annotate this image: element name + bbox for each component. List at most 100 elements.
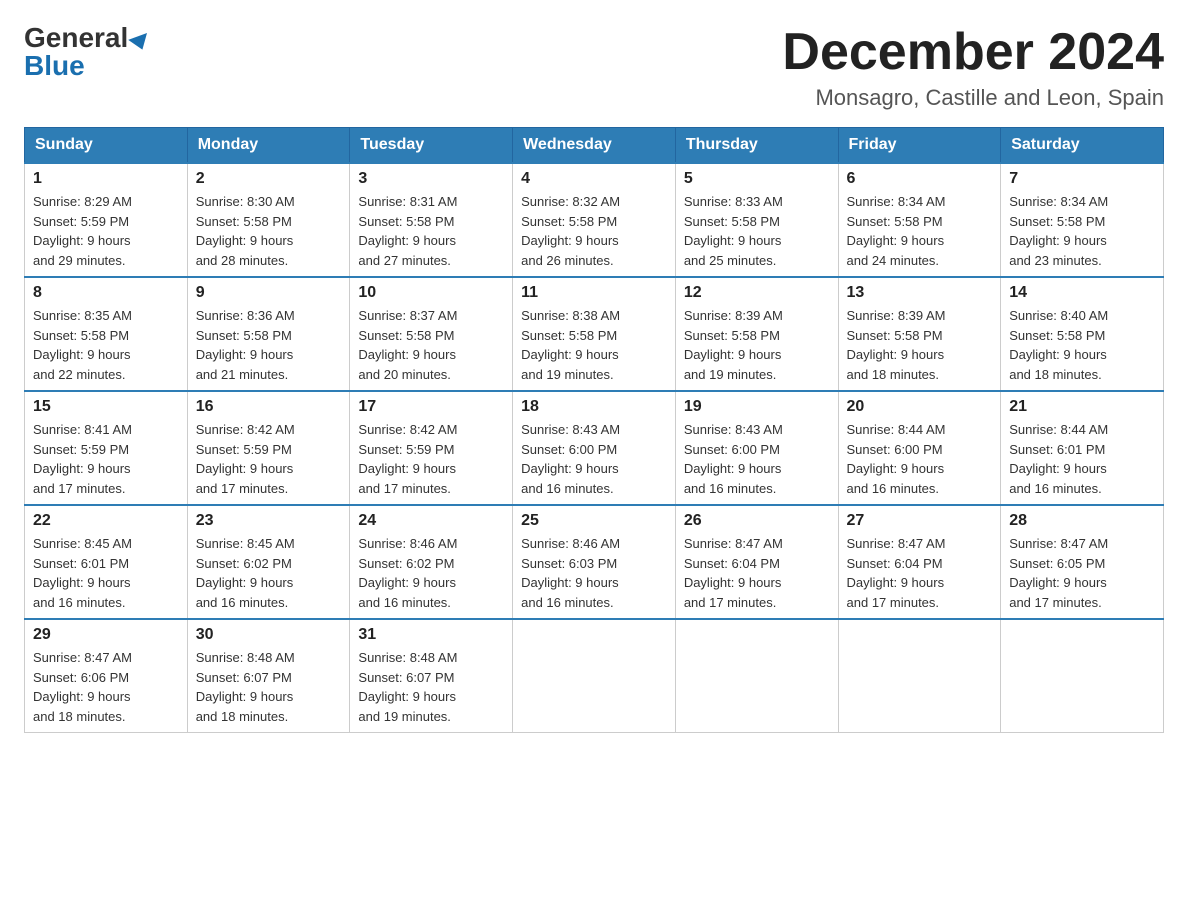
day-info: Sunrise: 8:43 AM Sunset: 6:00 PM Dayligh… (684, 420, 830, 498)
location-title: Monsagro, Castille and Leon, Spain (782, 85, 1164, 111)
day-info: Sunrise: 8:40 AM Sunset: 5:58 PM Dayligh… (1009, 306, 1155, 384)
day-info: Sunrise: 8:45 AM Sunset: 6:01 PM Dayligh… (33, 534, 179, 612)
day-number: 21 (1009, 398, 1155, 416)
empty-cell (1001, 619, 1164, 733)
day-info: Sunrise: 8:46 AM Sunset: 6:03 PM Dayligh… (521, 534, 667, 612)
day-cell-15: 15 Sunrise: 8:41 AM Sunset: 5:59 PM Dayl… (25, 391, 188, 505)
month-title: December 2024 (782, 24, 1164, 81)
day-number: 29 (33, 626, 179, 644)
day-number: 9 (196, 284, 342, 302)
day-cell-23: 23 Sunrise: 8:45 AM Sunset: 6:02 PM Dayl… (187, 505, 350, 619)
day-number: 10 (358, 284, 504, 302)
day-cell-25: 25 Sunrise: 8:46 AM Sunset: 6:03 PM Dayl… (513, 505, 676, 619)
day-number: 12 (684, 284, 830, 302)
day-number: 16 (196, 398, 342, 416)
day-number: 4 (521, 170, 667, 188)
calendar-table: SundayMondayTuesdayWednesdayThursdayFrid… (24, 127, 1164, 733)
day-number: 8 (33, 284, 179, 302)
day-info: Sunrise: 8:30 AM Sunset: 5:58 PM Dayligh… (196, 192, 342, 270)
week-row-4: 22 Sunrise: 8:45 AM Sunset: 6:01 PM Dayl… (25, 505, 1164, 619)
day-cell-11: 11 Sunrise: 8:38 AM Sunset: 5:58 PM Dayl… (513, 277, 676, 391)
day-info: Sunrise: 8:47 AM Sunset: 6:06 PM Dayligh… (33, 648, 179, 726)
week-row-1: 1 Sunrise: 8:29 AM Sunset: 5:59 PM Dayli… (25, 163, 1164, 277)
day-number: 20 (847, 398, 993, 416)
weekday-header-thursday: Thursday (675, 128, 838, 164)
day-info: Sunrise: 8:37 AM Sunset: 5:58 PM Dayligh… (358, 306, 504, 384)
day-info: Sunrise: 8:29 AM Sunset: 5:59 PM Dayligh… (33, 192, 179, 270)
weekday-header-saturday: Saturday (1001, 128, 1164, 164)
day-cell-9: 9 Sunrise: 8:36 AM Sunset: 5:58 PM Dayli… (187, 277, 350, 391)
day-info: Sunrise: 8:48 AM Sunset: 6:07 PM Dayligh… (196, 648, 342, 726)
day-number: 23 (196, 512, 342, 530)
day-info: Sunrise: 8:46 AM Sunset: 6:02 PM Dayligh… (358, 534, 504, 612)
weekday-header-friday: Friday (838, 128, 1001, 164)
day-cell-30: 30 Sunrise: 8:48 AM Sunset: 6:07 PM Dayl… (187, 619, 350, 733)
weekday-header-monday: Monday (187, 128, 350, 164)
empty-cell (838, 619, 1001, 733)
weekday-header-wednesday: Wednesday (513, 128, 676, 164)
day-cell-21: 21 Sunrise: 8:44 AM Sunset: 6:01 PM Dayl… (1001, 391, 1164, 505)
day-info: Sunrise: 8:32 AM Sunset: 5:58 PM Dayligh… (521, 192, 667, 270)
day-cell-14: 14 Sunrise: 8:40 AM Sunset: 5:58 PM Dayl… (1001, 277, 1164, 391)
day-cell-26: 26 Sunrise: 8:47 AM Sunset: 6:04 PM Dayl… (675, 505, 838, 619)
day-cell-6: 6 Sunrise: 8:34 AM Sunset: 5:58 PM Dayli… (838, 163, 1001, 277)
logo-general-text: General (24, 22, 128, 53)
day-cell-20: 20 Sunrise: 8:44 AM Sunset: 6:00 PM Dayl… (838, 391, 1001, 505)
day-cell-19: 19 Sunrise: 8:43 AM Sunset: 6:00 PM Dayl… (675, 391, 838, 505)
day-info: Sunrise: 8:34 AM Sunset: 5:58 PM Dayligh… (1009, 192, 1155, 270)
day-number: 25 (521, 512, 667, 530)
day-info: Sunrise: 8:47 AM Sunset: 6:05 PM Dayligh… (1009, 534, 1155, 612)
day-cell-31: 31 Sunrise: 8:48 AM Sunset: 6:07 PM Dayl… (350, 619, 513, 733)
day-cell-22: 22 Sunrise: 8:45 AM Sunset: 6:01 PM Dayl… (25, 505, 188, 619)
day-info: Sunrise: 8:42 AM Sunset: 5:59 PM Dayligh… (358, 420, 504, 498)
day-info: Sunrise: 8:33 AM Sunset: 5:58 PM Dayligh… (684, 192, 830, 270)
day-cell-7: 7 Sunrise: 8:34 AM Sunset: 5:58 PM Dayli… (1001, 163, 1164, 277)
day-info: Sunrise: 8:31 AM Sunset: 5:58 PM Dayligh… (358, 192, 504, 270)
day-cell-13: 13 Sunrise: 8:39 AM Sunset: 5:58 PM Dayl… (838, 277, 1001, 391)
day-number: 31 (358, 626, 504, 644)
day-info: Sunrise: 8:42 AM Sunset: 5:59 PM Dayligh… (196, 420, 342, 498)
day-info: Sunrise: 8:47 AM Sunset: 6:04 PM Dayligh… (684, 534, 830, 612)
empty-cell (513, 619, 676, 733)
page-header: General Blue December 2024 Monsagro, Cas… (24, 24, 1164, 111)
week-row-3: 15 Sunrise: 8:41 AM Sunset: 5:59 PM Dayl… (25, 391, 1164, 505)
day-cell-5: 5 Sunrise: 8:33 AM Sunset: 5:58 PM Dayli… (675, 163, 838, 277)
day-number: 27 (847, 512, 993, 530)
day-cell-4: 4 Sunrise: 8:32 AM Sunset: 5:58 PM Dayli… (513, 163, 676, 277)
day-info: Sunrise: 8:47 AM Sunset: 6:04 PM Dayligh… (847, 534, 993, 612)
day-info: Sunrise: 8:39 AM Sunset: 5:58 PM Dayligh… (847, 306, 993, 384)
day-number: 7 (1009, 170, 1155, 188)
week-row-2: 8 Sunrise: 8:35 AM Sunset: 5:58 PM Dayli… (25, 277, 1164, 391)
day-cell-27: 27 Sunrise: 8:47 AM Sunset: 6:04 PM Dayl… (838, 505, 1001, 619)
day-cell-2: 2 Sunrise: 8:30 AM Sunset: 5:58 PM Dayli… (187, 163, 350, 277)
day-number: 3 (358, 170, 504, 188)
day-cell-3: 3 Sunrise: 8:31 AM Sunset: 5:58 PM Dayli… (350, 163, 513, 277)
day-number: 26 (684, 512, 830, 530)
logo-general-row: General (24, 24, 150, 52)
day-info: Sunrise: 8:41 AM Sunset: 5:59 PM Dayligh… (33, 420, 179, 498)
day-number: 24 (358, 512, 504, 530)
empty-cell (675, 619, 838, 733)
day-cell-16: 16 Sunrise: 8:42 AM Sunset: 5:59 PM Dayl… (187, 391, 350, 505)
day-info: Sunrise: 8:44 AM Sunset: 6:00 PM Dayligh… (847, 420, 993, 498)
day-number: 15 (33, 398, 179, 416)
day-info: Sunrise: 8:43 AM Sunset: 6:00 PM Dayligh… (521, 420, 667, 498)
day-cell-1: 1 Sunrise: 8:29 AM Sunset: 5:59 PM Dayli… (25, 163, 188, 277)
day-cell-18: 18 Sunrise: 8:43 AM Sunset: 6:00 PM Dayl… (513, 391, 676, 505)
day-number: 17 (358, 398, 504, 416)
day-info: Sunrise: 8:45 AM Sunset: 6:02 PM Dayligh… (196, 534, 342, 612)
day-info: Sunrise: 8:44 AM Sunset: 6:01 PM Dayligh… (1009, 420, 1155, 498)
day-number: 1 (33, 170, 179, 188)
day-cell-29: 29 Sunrise: 8:47 AM Sunset: 6:06 PM Dayl… (25, 619, 188, 733)
title-block: December 2024 Monsagro, Castille and Leo… (782, 24, 1164, 111)
logo-blue-row: Blue (24, 52, 150, 80)
day-info: Sunrise: 8:48 AM Sunset: 6:07 PM Dayligh… (358, 648, 504, 726)
day-info: Sunrise: 8:39 AM Sunset: 5:58 PM Dayligh… (684, 306, 830, 384)
day-number: 6 (847, 170, 993, 188)
day-number: 28 (1009, 512, 1155, 530)
day-number: 22 (33, 512, 179, 530)
week-row-5: 29 Sunrise: 8:47 AM Sunset: 6:06 PM Dayl… (25, 619, 1164, 733)
weekday-header-tuesday: Tuesday (350, 128, 513, 164)
day-info: Sunrise: 8:36 AM Sunset: 5:58 PM Dayligh… (196, 306, 342, 384)
logo-blue-text: Blue (24, 50, 85, 81)
